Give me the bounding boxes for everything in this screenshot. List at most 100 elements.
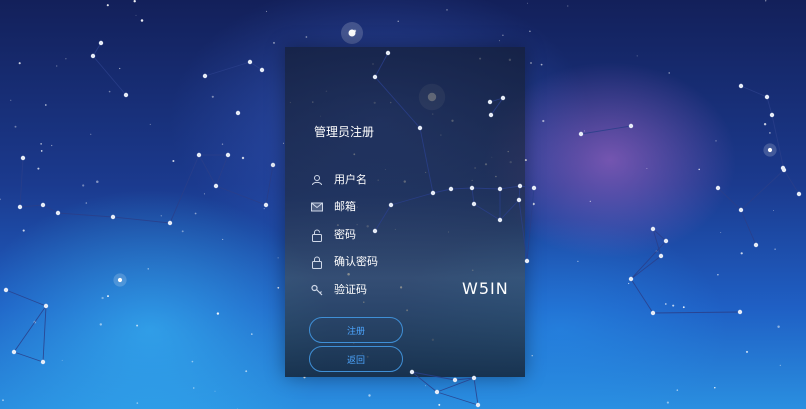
star [498, 40, 500, 42]
constellation-node [43, 303, 49, 309]
constellation-line [13, 351, 44, 363]
star [65, 58, 67, 60]
star [140, 19, 144, 22]
glow-star-core [117, 277, 123, 283]
star [779, 364, 781, 367]
constellation-node [628, 276, 634, 282]
constellation-line [771, 114, 785, 171]
star [56, 65, 58, 67]
star [664, 303, 667, 305]
star [51, 144, 53, 147]
star [277, 257, 279, 259]
star [135, 14, 137, 16]
glow-star-core [767, 147, 773, 153]
star [720, 232, 722, 233]
star [740, 252, 743, 255]
confirm-password-row [310, 252, 444, 272]
constellation-node [263, 202, 269, 208]
star [40, 143, 42, 145]
star [438, 403, 441, 406]
username-input[interactable] [334, 174, 444, 186]
star [0, 198, 1, 201]
constellation-line [580, 125, 632, 135]
star [90, 133, 92, 135]
star [676, 389, 679, 391]
constellation-line [198, 154, 217, 187]
star [136, 402, 139, 404]
password-input[interactable] [334, 229, 444, 241]
star [203, 193, 205, 195]
constellation-line [740, 85, 768, 98]
constellation-node [40, 202, 46, 208]
constellation-line [42, 305, 47, 363]
star [133, 0, 136, 3]
constellation-line [19, 157, 24, 208]
star [37, 167, 40, 170]
star [717, 274, 719, 276]
star [263, 208, 265, 210]
star [245, 370, 248, 373]
constellation-line [215, 185, 267, 206]
constellation-line [169, 154, 200, 224]
star [542, 119, 545, 123]
star [108, 90, 111, 93]
constellation-line [783, 169, 800, 195]
star [646, 168, 648, 169]
star [99, 323, 103, 326]
star [194, 212, 197, 215]
constellation-node [225, 152, 231, 158]
constellation-node [167, 220, 173, 226]
constellation-line [215, 154, 229, 187]
star [107, 295, 109, 298]
star [305, 36, 308, 38]
star [250, 333, 253, 335]
star [2, 399, 4, 402]
captcha-image[interactable]: W5IN [462, 279, 509, 298]
star [567, 5, 569, 7]
star [772, 209, 774, 211]
constellation-line [19, 204, 44, 208]
constellation-node [259, 67, 265, 73]
star [765, 0, 767, 2]
star [589, 200, 591, 202]
password-row [310, 225, 444, 245]
register-button[interactable]: 注册 [309, 317, 403, 343]
star [241, 156, 245, 160]
back-button[interactable]: 返回 [309, 346, 403, 372]
page-title: 管理员注册 [314, 125, 375, 139]
star [532, 202, 535, 206]
star [172, 159, 175, 163]
star [769, 132, 771, 134]
email-row [310, 197, 444, 217]
captcha-input[interactable] [334, 284, 444, 296]
star [636, 55, 638, 57]
constellation-node [753, 242, 759, 248]
constellation-node [98, 40, 104, 46]
constellation-line [112, 216, 171, 224]
captcha-row [310, 280, 444, 300]
constellation-line [630, 255, 662, 280]
constellation-line [92, 55, 127, 96]
star [540, 63, 543, 66]
constellation-line [652, 311, 741, 314]
star [44, 104, 47, 106]
constellation-node [270, 162, 276, 168]
constellation-node [213, 183, 219, 189]
confirm-password-input[interactable] [334, 256, 444, 268]
email-input[interactable] [334, 201, 444, 213]
star [666, 401, 669, 404]
star [715, 140, 717, 142]
constellation-line [717, 187, 742, 211]
key-icon [310, 283, 324, 297]
star [446, 9, 448, 11]
constellation-line [92, 42, 102, 57]
constellation-node [650, 226, 656, 232]
constellation-line [57, 212, 114, 218]
star [266, 10, 267, 12]
constellation-node [235, 110, 241, 116]
star [85, 202, 88, 204]
star [529, 61, 533, 65]
star [502, 34, 504, 37]
star [524, 159, 527, 162]
star [763, 123, 767, 126]
